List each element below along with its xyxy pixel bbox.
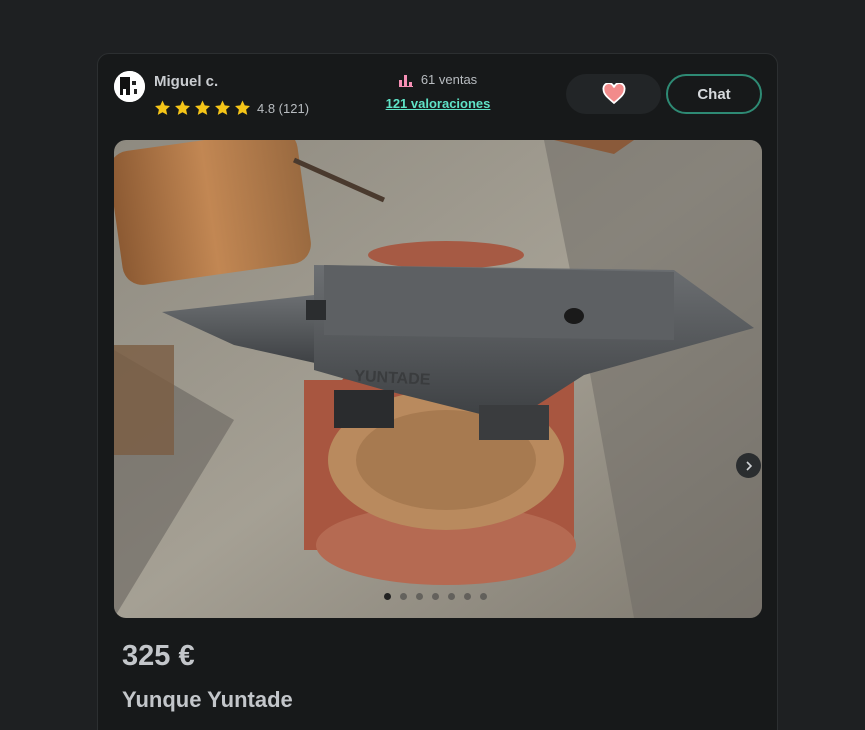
avatar[interactable] bbox=[114, 71, 145, 102]
bar-chart-icon bbox=[398, 74, 413, 87]
carousel-dot[interactable] bbox=[400, 593, 407, 600]
carousel-dot[interactable] bbox=[384, 593, 391, 600]
carousel-dot[interactable] bbox=[416, 593, 423, 600]
reviews-link[interactable]: 121 valoraciones bbox=[383, 96, 493, 111]
rating-text: 4.8 (121) bbox=[257, 100, 310, 116]
star-icon bbox=[195, 100, 210, 115]
carousel-dot[interactable] bbox=[448, 593, 455, 600]
carousel-dot[interactable] bbox=[480, 593, 487, 600]
seller-stats: 61 ventas 121 valoraciones bbox=[383, 72, 493, 111]
product-card: Miguel c. 4.8 (121) 61 ventas 121 valora… bbox=[97, 53, 778, 730]
carousel-dot[interactable] bbox=[464, 593, 471, 600]
chat-button[interactable]: Chat bbox=[666, 74, 762, 114]
star-icon bbox=[155, 100, 170, 115]
product-photo: YUNTADE bbox=[114, 140, 762, 618]
heart-icon bbox=[602, 83, 625, 105]
star-icon bbox=[235, 100, 250, 115]
image-carousel[interactable]: YUNTADE bbox=[114, 140, 762, 618]
product-price: 325 € bbox=[122, 640, 195, 672]
carousel-indicators bbox=[384, 593, 487, 600]
next-image-button[interactable] bbox=[736, 453, 761, 478]
sales-count: 61 ventas bbox=[420, 72, 478, 87]
favorite-button[interactable] bbox=[566, 74, 661, 114]
carousel-dot[interactable] bbox=[432, 593, 439, 600]
star-icon bbox=[215, 100, 230, 115]
seller-rating: 4.8 (121) bbox=[153, 99, 309, 117]
seller-name[interactable]: Miguel c. bbox=[154, 73, 218, 90]
chevron-right-icon bbox=[745, 460, 752, 471]
star-icon bbox=[175, 100, 190, 115]
product-title: Yunque Yuntade bbox=[122, 687, 293, 712]
